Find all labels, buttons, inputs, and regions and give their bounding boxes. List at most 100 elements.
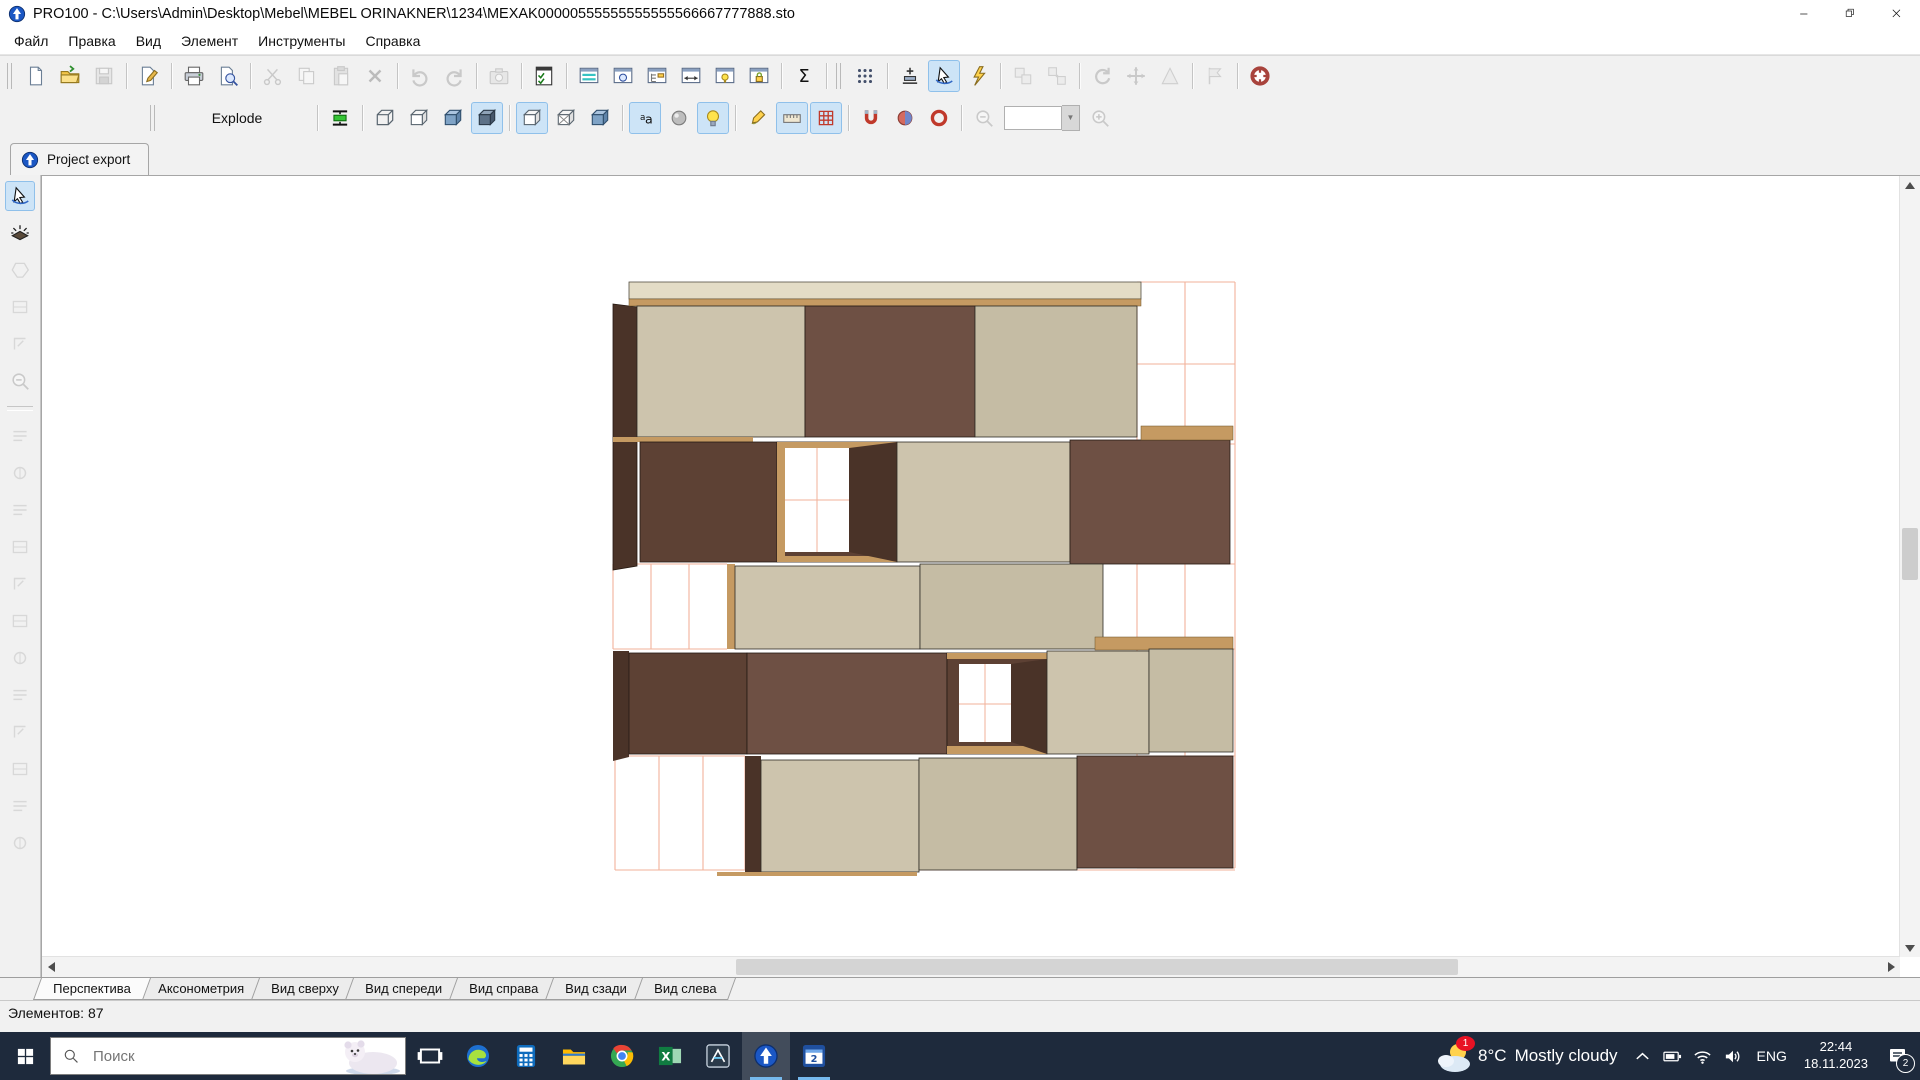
view-tab-1[interactable]: Перспектива bbox=[33, 978, 151, 1000]
scroll-left-arrow[interactable] bbox=[42, 957, 60, 977]
selection-mode-button[interactable] bbox=[928, 60, 960, 92]
board-tool-button[interactable] bbox=[5, 218, 35, 248]
project-properties-button[interactable] bbox=[133, 60, 165, 92]
planner-app-taskbar-button[interactable]: 2 bbox=[790, 1032, 838, 1080]
insert-element-button[interactable] bbox=[894, 60, 926, 92]
view-shaded-button[interactable] bbox=[584, 102, 616, 134]
show-grid-button[interactable] bbox=[810, 102, 842, 134]
dimensions-window-button[interactable] bbox=[675, 60, 707, 92]
search-input[interactable] bbox=[91, 1047, 275, 1066]
separator bbox=[521, 63, 522, 89]
close-button[interactable] bbox=[1874, 0, 1920, 27]
menu-item-6[interactable]: Справка bbox=[355, 29, 430, 53]
smooth-shading-button[interactable] bbox=[663, 102, 695, 134]
structure-window-button[interactable] bbox=[641, 60, 673, 92]
lighting-button[interactable] bbox=[697, 102, 729, 134]
edit-mode-button[interactable] bbox=[962, 60, 994, 92]
free-rotation-button[interactable] bbox=[742, 102, 774, 134]
minimize-button[interactable] bbox=[1782, 0, 1828, 27]
print-button[interactable] bbox=[178, 60, 210, 92]
explode-button[interactable]: Explode bbox=[162, 102, 312, 134]
scroll-down-arrow[interactable] bbox=[1900, 939, 1920, 957]
menu-item-1[interactable]: Файл bbox=[4, 29, 58, 53]
menu-item-2[interactable]: Правка bbox=[58, 29, 125, 53]
edge-browser-taskbar-button[interactable] bbox=[454, 1032, 502, 1080]
calculator-taskbar-button[interactable] bbox=[502, 1032, 550, 1080]
search-highlight-bear-image bbox=[335, 1038, 401, 1074]
clock[interactable]: 22:44 18.11.2023 bbox=[1796, 1039, 1876, 1073]
svg-text:Σ: Σ bbox=[798, 67, 809, 87]
view-colors-button[interactable] bbox=[437, 102, 469, 134]
view-transparent-button[interactable] bbox=[550, 102, 582, 134]
view-tab-5[interactable]: Вид справа bbox=[449, 978, 558, 1000]
separator bbox=[566, 63, 567, 89]
open-project-button[interactable] bbox=[54, 60, 86, 92]
tray-chevron-up-icon[interactable] bbox=[1628, 1032, 1658, 1080]
view-textures-button[interactable] bbox=[471, 102, 503, 134]
materials-window-button[interactable] bbox=[709, 60, 741, 92]
rotation-center-button[interactable] bbox=[923, 102, 955, 134]
zoom-dropdown-arrow[interactable]: ▼ bbox=[1062, 105, 1080, 131]
vertical-scroll-thumb[interactable] bbox=[1902, 528, 1918, 580]
print-preview-button[interactable] bbox=[212, 60, 244, 92]
weather-widget[interactable]: 1 8°C Mostly cloudy bbox=[1426, 1032, 1628, 1080]
view-tab-label: Аксонометрия bbox=[158, 981, 244, 996]
taskbar-search-box[interactable] bbox=[50, 1037, 406, 1075]
menu-item-3[interactable]: Вид bbox=[126, 29, 171, 53]
menu-item-5[interactable]: Инструменты bbox=[248, 29, 355, 53]
zoom-out-button bbox=[968, 102, 1000, 134]
view-tab-6[interactable]: Вид сзади bbox=[545, 978, 647, 1000]
view-tab-4[interactable]: Вид спереди bbox=[345, 978, 462, 1000]
scroll-right-arrow[interactable] bbox=[1882, 957, 1900, 977]
tab-project-export[interactable]: Project export bbox=[10, 143, 149, 176]
view-tab-3[interactable]: Вид сверху bbox=[251, 978, 359, 1000]
scroll-up-arrow[interactable] bbox=[1900, 176, 1920, 194]
chrome-browser-taskbar-button[interactable] bbox=[598, 1032, 646, 1080]
clock-date: 18.11.2023 bbox=[1804, 1056, 1868, 1073]
collision-check-button[interactable] bbox=[324, 102, 356, 134]
accessories-window-button[interactable] bbox=[743, 60, 775, 92]
view-wireframe-button[interactable] bbox=[369, 102, 401, 134]
cad-app-taskbar-button[interactable] bbox=[694, 1032, 742, 1080]
view-sketch-button[interactable] bbox=[403, 102, 435, 134]
pro100-app-taskbar-button[interactable] bbox=[742, 1032, 790, 1080]
vertical-scrollbar[interactable] bbox=[1899, 176, 1920, 957]
language-indicator[interactable]: ENG bbox=[1748, 1048, 1796, 1064]
element-grid-button[interactable] bbox=[849, 60, 881, 92]
preview-window-button[interactable] bbox=[607, 60, 639, 92]
furniture-model-3d[interactable] bbox=[607, 276, 1247, 876]
battery-icon[interactable] bbox=[1658, 1032, 1688, 1080]
view-contours-button[interactable] bbox=[516, 102, 548, 134]
start-button[interactable] bbox=[0, 1032, 50, 1080]
report-window-button[interactable] bbox=[573, 60, 605, 92]
calculation-button[interactable]: Σ bbox=[788, 60, 820, 92]
show-dimensions-button[interactable] bbox=[776, 102, 808, 134]
menu-item-4[interactable]: Элемент bbox=[171, 29, 248, 53]
zoom-value-field[interactable] bbox=[1004, 106, 1062, 130]
excel-taskbar-button[interactable]: X bbox=[646, 1032, 694, 1080]
task-view-taskbar-button[interactable] bbox=[406, 1032, 454, 1080]
zoom-value[interactable]: ▼ bbox=[1004, 105, 1080, 131]
select-tool-button[interactable] bbox=[5, 181, 35, 211]
horizontal-scroll-thumb[interactable] bbox=[736, 959, 1458, 975]
price-list-button[interactable] bbox=[528, 60, 560, 92]
wifi-icon[interactable] bbox=[1688, 1032, 1718, 1080]
view-tabs-bar: Перспектива Аксонометрия Вид сверхуВид спе… bbox=[0, 977, 1920, 1001]
view-tab-2[interactable]: Аксонометрия bbox=[138, 978, 264, 1000]
help-button[interactable] bbox=[1244, 60, 1276, 92]
new-project-button[interactable] bbox=[20, 60, 52, 92]
restore-button[interactable] bbox=[1828, 0, 1874, 27]
magnet-snap-button[interactable] bbox=[855, 102, 887, 134]
search-icon bbox=[63, 1048, 80, 1065]
notification-center-button[interactable]: 2 bbox=[1876, 1032, 1920, 1080]
separator bbox=[622, 105, 623, 131]
view-tab-7[interactable]: Вид слева bbox=[634, 978, 736, 1000]
design-viewport[interactable] bbox=[41, 175, 1920, 977]
distribute-v-button bbox=[5, 680, 35, 710]
antialiasing-button[interactable]: aa bbox=[629, 102, 661, 134]
file-explorer-taskbar-button[interactable] bbox=[550, 1032, 598, 1080]
volume-icon[interactable] bbox=[1718, 1032, 1748, 1080]
separator bbox=[781, 63, 782, 89]
horizontal-scrollbar[interactable] bbox=[42, 956, 1900, 977]
orbit-mode-button[interactable] bbox=[889, 102, 921, 134]
